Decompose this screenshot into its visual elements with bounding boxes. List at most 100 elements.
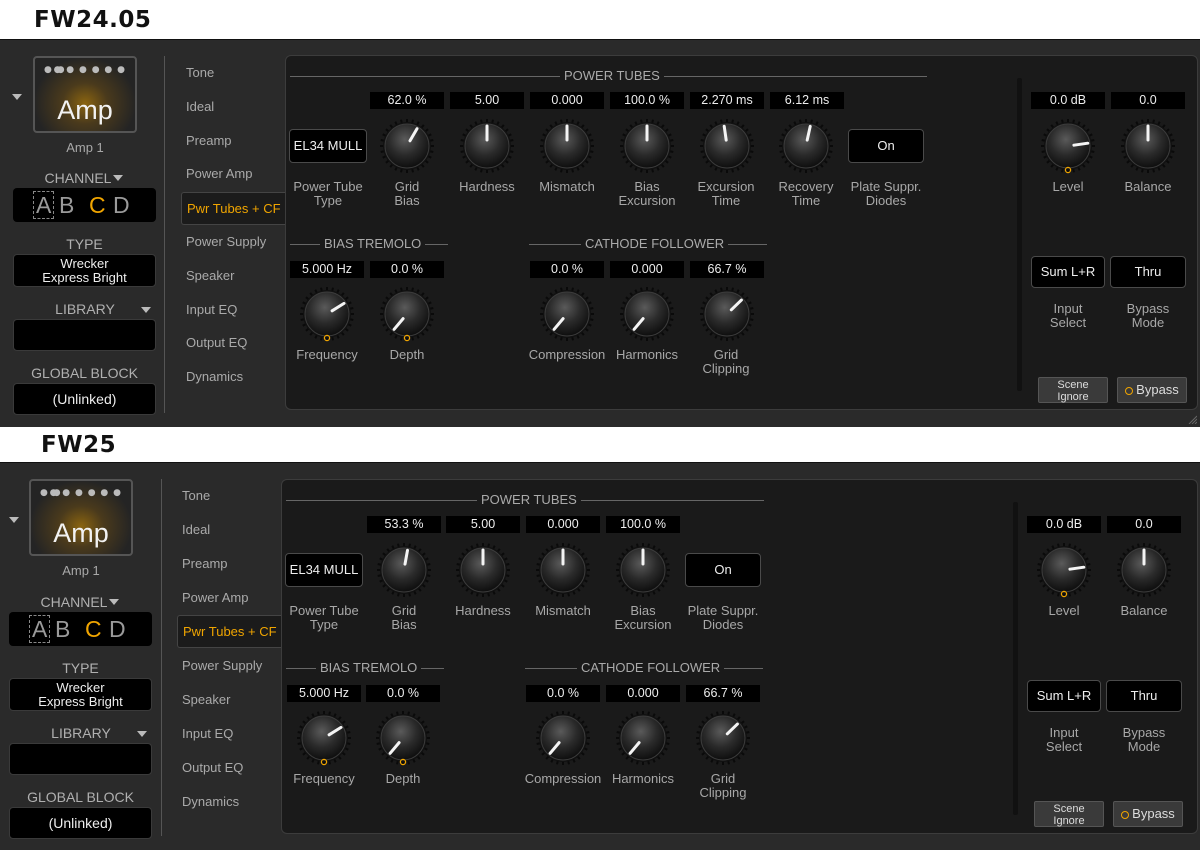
bypass-mode-button[interactable]: Thru [1110, 256, 1186, 288]
balance-value[interactable]: 0.0 [1111, 92, 1185, 109]
scene-ignore-button[interactable]: Scene Ignore [1038, 377, 1108, 403]
nav-power-amp[interactable]: Power Amp [182, 590, 248, 605]
bias-excursion-value[interactable]: 100.0 % [606, 516, 680, 533]
level-value[interactable]: 0.0 dB [1031, 92, 1105, 109]
grid-bias-knob[interactable] [376, 542, 432, 598]
block-menu-arrow-icon[interactable] [12, 94, 22, 100]
library-dropdown-icon[interactable] [141, 307, 151, 313]
nav-power-supply[interactable]: Power Supply [182, 658, 262, 673]
frequency-knob[interactable] [296, 710, 352, 766]
channel-dropdown-icon[interactable] [113, 175, 123, 181]
channel-a[interactable]: A [33, 191, 55, 219]
balance-knob[interactable] [1120, 118, 1176, 174]
harmonics-value[interactable]: 0.000 [610, 261, 684, 278]
nav-preamp[interactable]: Preamp [186, 133, 232, 148]
hardness-knob[interactable] [455, 542, 511, 598]
mismatch-knob[interactable] [539, 118, 595, 174]
depth-value[interactable]: 0.0 % [366, 685, 440, 702]
scene-ignore-button[interactable]: Scene Ignore [1034, 801, 1104, 827]
grid-clipping-knob[interactable] [695, 710, 751, 766]
level-value[interactable]: 0.0 dB [1027, 516, 1101, 533]
recovery-time-knob[interactable] [778, 118, 834, 174]
mismatch-value[interactable]: 0.000 [530, 92, 604, 109]
nav-ideal[interactable]: Ideal [186, 99, 214, 114]
channel-a[interactable]: A [29, 615, 51, 643]
bias-excursion-knob[interactable] [619, 118, 675, 174]
mismatch-knob[interactable] [535, 542, 591, 598]
nav-tone[interactable]: Tone [182, 488, 210, 503]
nav-power-amp[interactable]: Power Amp [186, 166, 252, 181]
excursion-time-knob[interactable] [699, 118, 755, 174]
resize-grip-icon[interactable] [1187, 414, 1197, 424]
nav-output-eq[interactable]: Output EQ [182, 760, 243, 775]
nav-ideal[interactable]: Ideal [182, 522, 210, 537]
block-menu-arrow-icon[interactable] [9, 517, 19, 523]
bypass-button[interactable]: Bypass [1117, 377, 1187, 403]
nav-input-eq[interactable]: Input EQ [186, 302, 237, 317]
compression-knob[interactable] [535, 710, 591, 766]
channel-selector[interactable]: A B C D [13, 188, 156, 222]
amp-block-tile[interactable]: ● ● ● ● ● ● ● ● Amp [33, 56, 137, 133]
hardness-value[interactable]: 5.00 [450, 92, 524, 109]
nav-pwr-tubes-cf[interactable]: Pwr Tubes + CF [181, 192, 287, 225]
power-tube-type-button[interactable]: EL34 MULL [285, 553, 363, 587]
channel-d[interactable]: D [109, 616, 126, 643]
plate-suppr-diodes-button[interactable]: On [685, 553, 761, 587]
channel-b[interactable]: B [55, 616, 70, 643]
nav-dynamics[interactable]: Dynamics [186, 369, 243, 384]
hardness-value[interactable]: 5.00 [446, 516, 520, 533]
harmonics-knob[interactable] [615, 710, 671, 766]
nav-pwr-tubes-cf[interactable]: Pwr Tubes + CF [177, 615, 283, 648]
bias-excursion-value[interactable]: 100.0 % [610, 92, 684, 109]
depth-knob[interactable] [375, 710, 431, 766]
bias-excursion-knob[interactable] [615, 542, 671, 598]
channel-d[interactable]: D [113, 192, 130, 219]
balance-value[interactable]: 0.0 [1107, 516, 1181, 533]
power-tube-type-button[interactable]: EL34 MULL [289, 129, 367, 163]
grid-clipping-knob[interactable] [699, 286, 755, 342]
nav-speaker[interactable]: Speaker [182, 692, 230, 707]
nav-tone[interactable]: Tone [186, 65, 214, 80]
plate-suppr-diodes-button[interactable]: On [848, 129, 924, 163]
grid-clipping-value[interactable]: 66.7 % [686, 685, 760, 702]
nav-dynamics[interactable]: Dynamics [182, 794, 239, 809]
grid-bias-value[interactable]: 62.0 % [370, 92, 444, 109]
amp-block-tile[interactable]: ● ● ● ● ● ● ● ● Amp [29, 479, 133, 556]
global-block-field[interactable]: (Unlinked) [13, 383, 156, 415]
harmonics-knob[interactable] [619, 286, 675, 342]
depth-value[interactable]: 0.0 % [370, 261, 444, 278]
bypass-mode-button[interactable]: Thru [1106, 680, 1182, 712]
channel-selector[interactable]: A B C D [9, 612, 152, 646]
amp-type-field[interactable]: Wrecker Express Bright [9, 678, 152, 711]
nav-output-eq[interactable]: Output EQ [186, 335, 247, 350]
frequency-knob[interactable] [299, 286, 355, 342]
input-select-button[interactable]: Sum L+R [1027, 680, 1101, 712]
frequency-value[interactable]: 5.000 Hz [287, 685, 361, 702]
grid-clipping-value[interactable]: 66.7 % [690, 261, 764, 278]
level-knob[interactable] [1036, 542, 1092, 598]
channel-dropdown-icon[interactable] [109, 599, 119, 605]
depth-knob[interactable] [379, 286, 435, 342]
bypass-button[interactable]: Bypass [1113, 801, 1183, 827]
channel-c[interactable]: C [85, 616, 102, 643]
compression-knob[interactable] [539, 286, 595, 342]
channel-b[interactable]: B [59, 192, 74, 219]
balance-knob[interactable] [1116, 542, 1172, 598]
grid-bias-value[interactable]: 53.3 % [367, 516, 441, 533]
library-field[interactable] [9, 743, 152, 775]
nav-power-supply[interactable]: Power Supply [186, 234, 266, 249]
level-knob[interactable] [1040, 118, 1096, 174]
library-field[interactable] [13, 319, 156, 351]
compression-value[interactable]: 0.0 % [530, 261, 604, 278]
hardness-knob[interactable] [459, 118, 515, 174]
input-select-button[interactable]: Sum L+R [1031, 256, 1105, 288]
frequency-value[interactable]: 5.000 Hz [290, 261, 364, 278]
nav-speaker[interactable]: Speaker [186, 268, 234, 283]
compression-value[interactable]: 0.0 % [526, 685, 600, 702]
recovery-time-value[interactable]: 6.12 ms [770, 92, 844, 109]
channel-c[interactable]: C [89, 192, 106, 219]
amp-type-field[interactable]: Wrecker Express Bright [13, 254, 156, 287]
harmonics-value[interactable]: 0.000 [606, 685, 680, 702]
nav-preamp[interactable]: Preamp [182, 556, 228, 571]
global-block-field[interactable]: (Unlinked) [9, 807, 152, 839]
